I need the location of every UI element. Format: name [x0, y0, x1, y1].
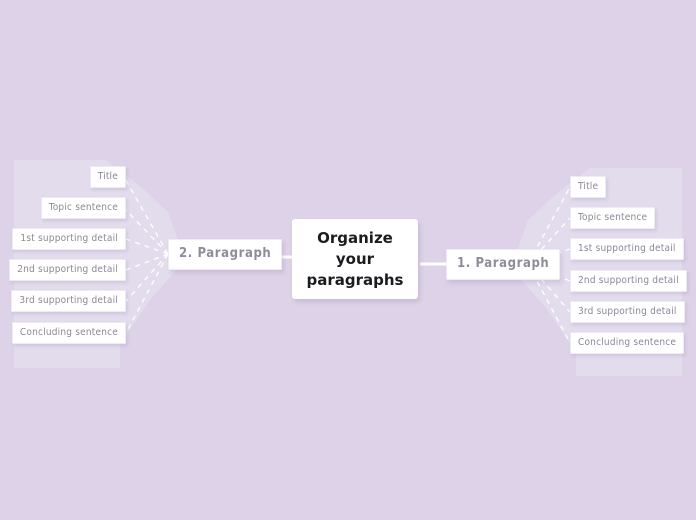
leaf-node-label: 1st supporting detail: [20, 233, 118, 244]
leaf-node-right-topic-sentence[interactable]: Topic sentence: [570, 207, 656, 229]
central-node-line-2: your: [335, 249, 375, 268]
leaf-node-label: 3rd supporting detail: [578, 306, 677, 317]
leaf-node-right-title[interactable]: Title: [570, 176, 607, 198]
leaf-node-right-3rd-supporting-detail[interactable]: 3rd supporting detail: [570, 301, 685, 323]
branch-node-paragraph-2[interactable]: 2. Paragraph: [168, 239, 283, 270]
leaf-node-right-2nd-supporting-detail[interactable]: 2nd supporting detail: [570, 270, 687, 292]
leaf-node-label: 1st supporting detail: [578, 243, 676, 254]
leaf-node-label: Title: [578, 181, 599, 192]
leaf-node-label: 2nd supporting detail: [17, 264, 118, 275]
leaf-node-label: 2nd supporting detail: [578, 275, 679, 286]
leaf-node-label: Topic sentence: [48, 202, 118, 213]
leaf-node-left-3rd-supporting-detail[interactable]: 3rd supporting detail: [11, 290, 126, 312]
leaf-node-label: Concluding sentence: [19, 327, 118, 338]
leaf-node-left-topic-sentence[interactable]: Topic sentence: [40, 197, 126, 219]
connector-left-4: [125, 253, 169, 271]
connector-left-3: [125, 238, 169, 255]
central-node-line-3: paragraphs: [306, 270, 404, 289]
connector-left-5: [125, 253, 169, 302]
branch-node-label: 1. Paragraph: [457, 256, 550, 271]
central-node-line-1: Organize: [317, 228, 393, 247]
leaf-node-left-concluding-sentence[interactable]: Concluding sentence: [11, 322, 126, 344]
leaf-node-left-1st-supporting-detail[interactable]: 1st supporting detail: [12, 228, 126, 250]
leaf-node-right-1st-supporting-detail[interactable]: 1st supporting detail: [570, 238, 684, 260]
branch-node-label: 2. Paragraph: [179, 246, 272, 261]
leaf-node-label: 3rd supporting detail: [19, 295, 118, 306]
leaf-node-left-2nd-supporting-detail[interactable]: 2nd supporting detail: [9, 259, 126, 281]
branch-node-paragraph-1[interactable]: 1. Paragraph: [446, 249, 561, 280]
leaf-node-label: Topic sentence: [578, 212, 648, 223]
leaf-node-label: Title: [97, 171, 118, 182]
leaf-node-label: Concluding sentence: [578, 337, 677, 348]
connector-left-6: [125, 253, 169, 334]
leaf-node-left-title[interactable]: Title: [89, 166, 126, 188]
connector-left-1: [123, 176, 169, 255]
mindmap-canvas: Organize your paragraphs 2. Paragraph 1.…: [0, 0, 696, 520]
connector-left-2: [123, 207, 169, 255]
leaf-node-right-concluding-sentence[interactable]: Concluding sentence: [570, 332, 685, 354]
central-node[interactable]: Organize your paragraphs: [292, 219, 418, 299]
